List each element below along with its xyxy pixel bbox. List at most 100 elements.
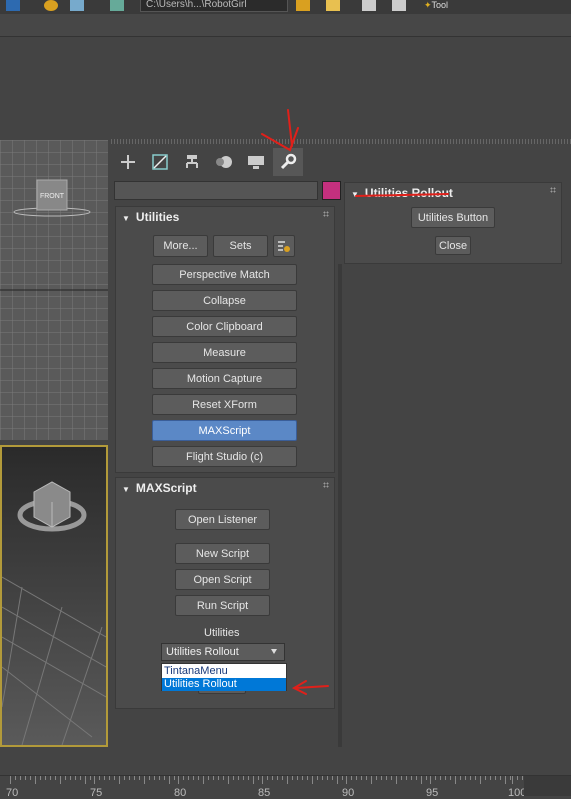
timeline-tick-mark [332, 776, 333, 780]
tab-hierarchy[interactable] [177, 148, 207, 176]
tab-utilities[interactable] [273, 148, 303, 176]
timeline-tick-mark [371, 776, 372, 784]
timeline-tick-mark [55, 776, 56, 780]
panel-scrollbar[interactable] [338, 264, 342, 747]
toolbar-icon[interactable] [296, 0, 310, 11]
grip-icon[interactable] [323, 482, 329, 488]
timeline-tick-mark [65, 776, 66, 780]
toolbar-icon[interactable] [362, 0, 376, 11]
timeline-tick-mark [351, 776, 352, 780]
dropdown-option-utilities-rollout[interactable]: Utilities Rollout [162, 678, 286, 691]
tool-button[interactable]: ✦Tool [424, 0, 448, 11]
timeline-tick-mark [139, 776, 140, 780]
timeline-tick-mark [178, 776, 179, 784]
timeline-tick-mark [416, 776, 417, 780]
maxscript-rollout-header[interactable]: ▼ MAXScript [122, 481, 197, 495]
utility-button-maxscript[interactable]: MAXScript [152, 420, 297, 441]
utility-button-reset-xform[interactable]: Reset XForm [152, 394, 297, 415]
tool-label: Tool [431, 0, 449, 10]
utilities-rollout-title: Utilities [135, 210, 180, 224]
timeline-tick-label: 85 [258, 787, 271, 799]
timeline-tick-mark [317, 776, 318, 780]
hierarchy-icon [186, 155, 198, 168]
toolbar-icon[interactable] [326, 0, 340, 11]
object-name-field[interactable] [114, 181, 318, 200]
ribbon-area [0, 37, 571, 133]
timeline-tick-mark [426, 776, 427, 780]
timeline-tick-mark [470, 776, 471, 780]
run-script-button[interactable]: Run Script [175, 595, 270, 616]
tab-display[interactable] [241, 148, 271, 176]
viewport-grid: FRONT [0, 140, 108, 440]
timeline-tick-mark [342, 776, 343, 780]
utility-button-motion-capture[interactable]: Motion Capture [152, 368, 297, 389]
timeline-tick-mark [356, 776, 357, 780]
utilities-label: Utilities [204, 627, 240, 639]
timeline-tick-label: 80 [174, 787, 187, 799]
viewport-perspective[interactable] [0, 445, 108, 747]
timeline-ruler[interactable]: 70 75 80 85 90 95 100 [0, 775, 571, 799]
timeline-tick-mark [495, 776, 496, 780]
timeline-tick-mark [500, 776, 501, 780]
project-path-field[interactable]: C:\Users\h...\RobotGirl [140, 0, 288, 12]
timeline-tick-mark [307, 776, 308, 780]
custom-rollout-header[interactable]: ▼ Utilities Rollout [351, 186, 453, 200]
viewcube-label: FRONT [40, 193, 65, 200]
timeline-tick-mark [40, 776, 41, 780]
toolbar-icon[interactable] [6, 0, 20, 11]
utility-button-measure[interactable]: Measure [152, 342, 297, 363]
timeline-tick-mark [10, 776, 11, 784]
toolbar-icon[interactable] [110, 0, 124, 11]
utilities-button[interactable]: Utilities Button [411, 207, 495, 228]
utilities-dropdown[interactable]: Utilities Rollout [161, 643, 285, 661]
collapse-triangle-icon: ▼ [122, 214, 130, 223]
timeline-tick-mark [253, 776, 254, 784]
timeline-tick-mark [70, 776, 71, 780]
toolbar-icon[interactable] [392, 0, 406, 11]
grip-icon[interactable] [550, 187, 556, 193]
utility-button-collapse[interactable]: Collapse [152, 290, 297, 311]
timeline-tick-mark [282, 776, 283, 780]
timeline-tick-mark [109, 776, 110, 780]
timeline-tick-mark [193, 776, 194, 780]
panel-grip [111, 139, 571, 144]
close-button[interactable]: Close [435, 236, 471, 255]
timeline-tick-mark [512, 776, 513, 784]
sets-button[interactable]: Sets [213, 235, 268, 257]
timeline-tick-mark [15, 776, 16, 780]
timeline-tick-mark [124, 776, 125, 780]
tab-modify[interactable] [145, 148, 175, 176]
tab-motion[interactable] [209, 148, 239, 176]
timeline-tick-mark [460, 776, 461, 780]
utility-button-color-clipboard[interactable]: Color Clipboard [152, 316, 297, 337]
timeline-tick-mark [262, 776, 263, 784]
toolbar-icon[interactable] [70, 0, 84, 11]
timeline-tick-mark [218, 776, 219, 780]
timeline-tick-mark [391, 776, 392, 780]
dropdown-option-tintanamenu[interactable]: TintanaMenu [162, 665, 286, 678]
timeline-tick-mark [322, 776, 323, 780]
utilities-rollout-header[interactable]: ▼ Utilities [122, 210, 179, 224]
plus-icon [121, 155, 135, 169]
timeline-tick-mark [381, 776, 382, 780]
open-listener-button[interactable]: Open Listener [175, 509, 270, 530]
gear-icon[interactable] [44, 0, 58, 11]
open-script-button[interactable]: Open Script [175, 569, 270, 590]
more-button[interactable]: More... [153, 235, 208, 257]
timeline-tick-mark [25, 776, 26, 780]
grip-icon[interactable] [323, 211, 329, 217]
timeline-tick-mark [50, 776, 51, 780]
utility-button-flight-studio-c[interactable]: Flight Studio (c) [152, 446, 297, 467]
configure-sets-button[interactable] [273, 235, 295, 257]
viewport-front[interactable]: FRONT [0, 140, 108, 440]
utility-button-perspective-match[interactable]: Perspective Match [152, 264, 297, 285]
timeline-end-block [524, 776, 571, 796]
tab-create[interactable] [113, 148, 143, 176]
ribbon-strip [0, 14, 571, 37]
timeline-tick-mark [159, 776, 160, 780]
custom-rollout-title: Utilities Rollout [364, 186, 453, 200]
timeline-tick-mark [129, 776, 130, 780]
collapse-triangle-icon: ▼ [351, 190, 359, 199]
new-script-button[interactable]: New Script [175, 543, 270, 564]
object-color-swatch[interactable] [322, 181, 341, 200]
